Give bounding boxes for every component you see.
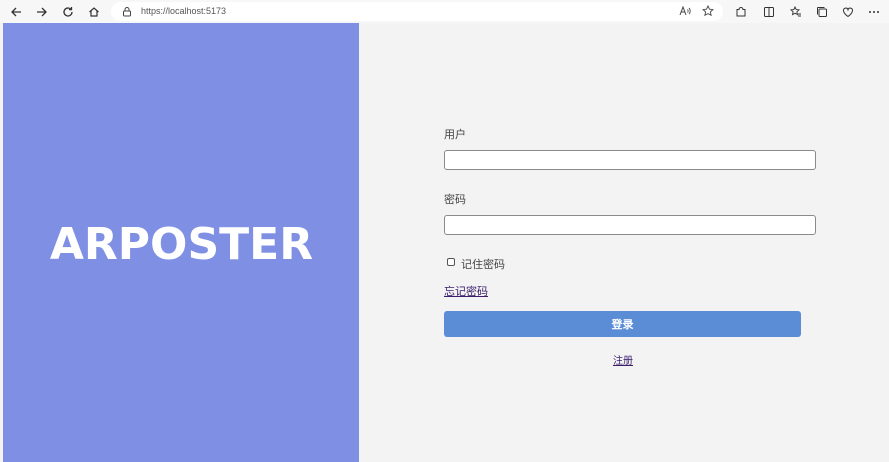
remember-password-checkbox[interactable] xyxy=(447,258,455,266)
forgot-password-link[interactable]: 忘记密码 xyxy=(444,283,488,299)
browser-toolbar: https://localhost:5173 xyxy=(0,0,889,23)
remember-password-label[interactable]: 记住密码 xyxy=(461,256,505,272)
refresh-icon[interactable] xyxy=(58,2,78,22)
login-form-panel: 用户 密码 记住密码 忘记密码 登录 注册 xyxy=(359,23,889,462)
brand-logo-text: ARPOSTER xyxy=(49,218,314,270)
password-input[interactable] xyxy=(444,215,816,235)
address-bar[interactable]: https://localhost:5173 xyxy=(111,2,723,21)
star-icon[interactable] xyxy=(700,3,716,19)
more-icon[interactable] xyxy=(864,2,884,22)
favorites-icon[interactable] xyxy=(786,2,806,22)
browser-essentials-icon[interactable] xyxy=(838,2,858,22)
brand-panel: ARPOSTER xyxy=(3,23,359,462)
split-screen-icon[interactable] xyxy=(759,2,779,22)
username-input[interactable] xyxy=(444,150,816,170)
url-text[interactable]: https://localhost:5173 xyxy=(141,4,226,19)
collections-icon[interactable] xyxy=(812,2,832,22)
username-label: 用户 xyxy=(444,128,466,141)
lock-icon[interactable] xyxy=(121,5,133,17)
login-button[interactable]: 登录 xyxy=(444,311,801,337)
read-aloud-icon[interactable] xyxy=(677,3,693,19)
home-icon[interactable] xyxy=(84,2,104,22)
password-label: 密码 xyxy=(444,193,466,206)
extensions-icon[interactable] xyxy=(731,2,751,22)
register-link[interactable]: 注册 xyxy=(613,352,633,367)
back-arrow-icon[interactable] xyxy=(6,2,26,22)
forward-arrow-icon[interactable] xyxy=(32,2,52,22)
